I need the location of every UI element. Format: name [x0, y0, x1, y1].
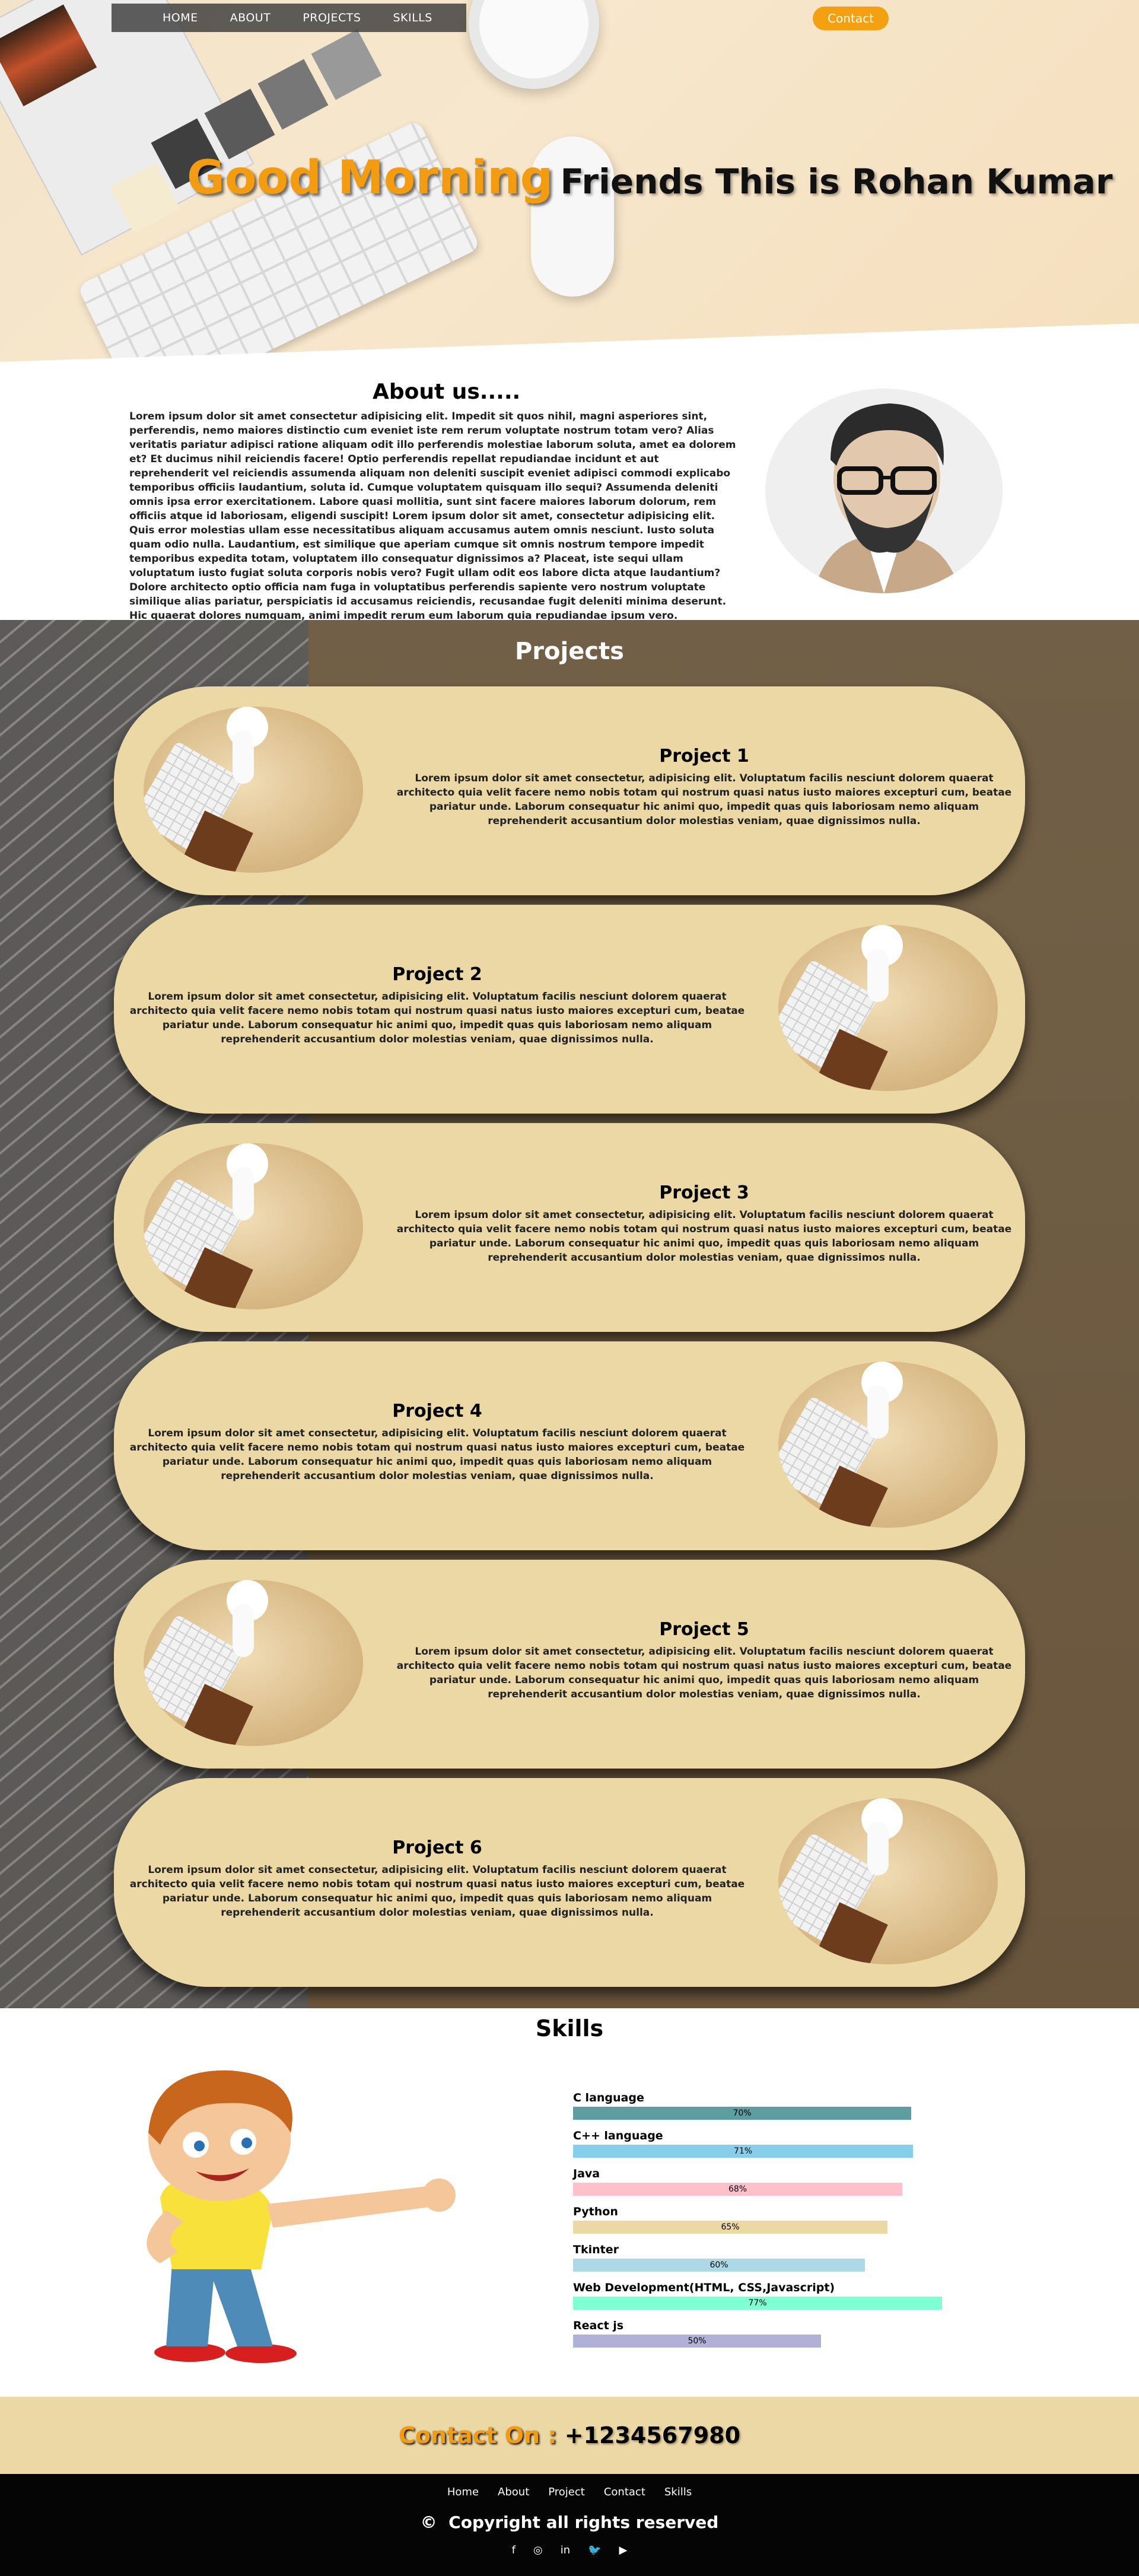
hero-section: HOME ABOUT PROJECTS SKILLS Contact Good …: [0, 0, 1139, 362]
footer-link-home[interactable]: Home: [447, 2486, 479, 2498]
project-text: Project 6 Lorem ipsum dolor sit amet con…: [126, 1837, 749, 1920]
skill-item: React js 50%: [573, 2319, 942, 2348]
skill-item: C language 70%: [573, 2091, 942, 2120]
project-image: [778, 1362, 998, 1528]
project-name: Project 5: [659, 1619, 749, 1640]
skill-progress-bar: 60%: [573, 2259, 865, 2272]
project-card: Project 3 Lorem ipsum dolor sit amet con…: [114, 1123, 1025, 1332]
project-image: [778, 925, 998, 1091]
nav-projects[interactable]: PROJECTS: [303, 11, 361, 24]
youtube-icon[interactable]: ▶: [619, 2544, 628, 2556]
projects-section: Projects Project 1 Lorem ipsum dolor sit…: [0, 620, 1139, 2008]
hero-greeting: Good Morning: [187, 151, 553, 205]
footer: Home About Project Contact Skills © Copy…: [0, 2474, 1139, 2576]
skill-label: React js: [573, 2319, 624, 2332]
project-description: Lorem ipsum dolor sit amet consectetur, …: [396, 1209, 1012, 1264]
project-image: [144, 707, 363, 873]
cartoon-boy-image: [95, 2068, 486, 2364]
main-navbar: HOME ABOUT PROJECTS SKILLS: [112, 4, 466, 32]
facebook-icon[interactable]: f: [512, 2544, 516, 2556]
about-title: About us.....: [373, 380, 521, 404]
skill-label: Web Development(HTML, CSS,Javascript): [573, 2281, 835, 2294]
project-name: Project 1: [659, 746, 749, 767]
project-name: Project 2: [392, 964, 482, 985]
color-swatch: [257, 59, 329, 130]
project-text: Project 2 Lorem ipsum dolor sit amet con…: [126, 964, 749, 1047]
skill-list: C language 70% C++ language 71% Java 68%…: [573, 2091, 942, 2357]
profile-avatar: [765, 389, 1003, 593]
copyright-label: Copyright all rights reserved: [448, 2513, 719, 2532]
footer-link-skills[interactable]: Skills: [664, 2486, 692, 2498]
skill-progress-bar: 77%: [573, 2297, 942, 2310]
contact-label: Contact On :: [398, 2422, 557, 2448]
skill-progress-bar: 65%: [573, 2221, 887, 2234]
project-text: Project 5 Lorem ipsum dolor sit amet con…: [393, 1619, 1016, 1702]
project-image: [778, 1798, 998, 1964]
project-description: Lorem ipsum dolor sit amet consectetur, …: [396, 1646, 1012, 1700]
footer-nav: Home About Project Contact Skills: [0, 2486, 1139, 2498]
project-description: Lorem ipsum dolor sit amet consectetur, …: [129, 1427, 745, 1482]
about-section: About us..... Lorem ipsum dolor sit amet…: [0, 362, 1139, 622]
contact-button[interactable]: Contact: [813, 7, 889, 30]
skill-label: Tkinter: [573, 2243, 619, 2256]
footer-link-project[interactable]: Project: [548, 2486, 585, 2498]
project-text: Project 3 Lorem ipsum dolor sit amet con…: [393, 1182, 1016, 1265]
project-image: [144, 1143, 363, 1309]
project-card: Project 4 Lorem ipsum dolor sit amet con…: [114, 1341, 1025, 1550]
projects-title: Projects: [514, 638, 624, 665]
skills-section: Skills C language 70% C++ language 71% J…: [0, 2008, 1139, 2397]
nav-home[interactable]: HOME: [163, 11, 198, 24]
hero-title: Good Morning Friends This is Rohan Kumar: [187, 151, 1113, 205]
skill-progress-bar: 68%: [573, 2183, 902, 2196]
instagram-icon[interactable]: ◎: [533, 2544, 543, 2556]
skill-label: Java: [573, 2167, 600, 2180]
nav-skills[interactable]: SKILLS: [393, 11, 432, 24]
project-card: Project 5 Lorem ipsum dolor sit amet con…: [114, 1560, 1025, 1769]
project-description: Lorem ipsum dolor sit amet consectetur, …: [129, 991, 745, 1045]
skill-item: Tkinter 60%: [573, 2243, 942, 2272]
project-image: [144, 1580, 363, 1746]
footer-link-about[interactable]: About: [498, 2486, 529, 2498]
skill-progress-bar: 50%: [573, 2335, 821, 2348]
skills-title: Skills: [535, 2015, 604, 2041]
coffee-cup-image: [469, 0, 599, 89]
copyright-icon: ©: [420, 2513, 437, 2532]
project-description: Lorem ipsum dolor sit amet consectetur, …: [129, 1864, 745, 1919]
twitter-icon[interactable]: 🐦: [588, 2544, 601, 2556]
skill-item: Web Development(HTML, CSS,Javascript) 77…: [573, 2281, 942, 2310]
contact-info: Contact On : +1234567980: [399, 2422, 740, 2448]
social-links: f ◎ in 🐦 ▶: [0, 2544, 1139, 2556]
project-text: Project 1 Lorem ipsum dolor sit amet con…: [393, 746, 1016, 828]
skill-item: Java 68%: [573, 2167, 942, 2196]
hero-subtitle: Friends This is Rohan Kumar: [560, 161, 1113, 202]
project-name: Project 6: [392, 1837, 482, 1858]
project-name: Project 3: [659, 1182, 749, 1203]
project-description: Lorem ipsum dolor sit amet consectetur, …: [396, 772, 1012, 827]
project-card: Project 2 Lorem ipsum dolor sit amet con…: [114, 905, 1025, 1114]
nav-about[interactable]: ABOUT: [230, 11, 271, 24]
project-text: Project 4 Lorem ipsum dolor sit amet con…: [126, 1401, 749, 1483]
color-swatch: [311, 29, 382, 100]
footer-link-contact[interactable]: Contact: [604, 2486, 645, 2498]
contact-section: Contact On : +1234567980: [0, 2397, 1139, 2474]
skill-label: C++ language: [573, 2129, 663, 2142]
skill-item: C++ language 71%: [573, 2129, 942, 2158]
skill-progress-bar: 71%: [573, 2145, 913, 2158]
skill-progress-bar: 70%: [573, 2107, 911, 2120]
contact-phone-number[interactable]: +1234567980: [565, 2422, 740, 2448]
project-name: Project 4: [392, 1401, 482, 1421]
project-card: Project 1 Lorem ipsum dolor sit amet con…: [114, 686, 1025, 895]
skill-label: C language: [573, 2091, 644, 2104]
project-card: Project 6 Lorem ipsum dolor sit amet con…: [114, 1778, 1025, 1987]
linkedin-icon[interactable]: in: [561, 2544, 570, 2556]
skill-label: Python: [573, 2205, 618, 2218]
copyright-text: © Copyright all rights reserved: [0, 2513, 1139, 2532]
skill-item: Python 65%: [573, 2205, 942, 2234]
about-text: Lorem ipsum dolor sit amet consectetur a…: [129, 411, 736, 622]
